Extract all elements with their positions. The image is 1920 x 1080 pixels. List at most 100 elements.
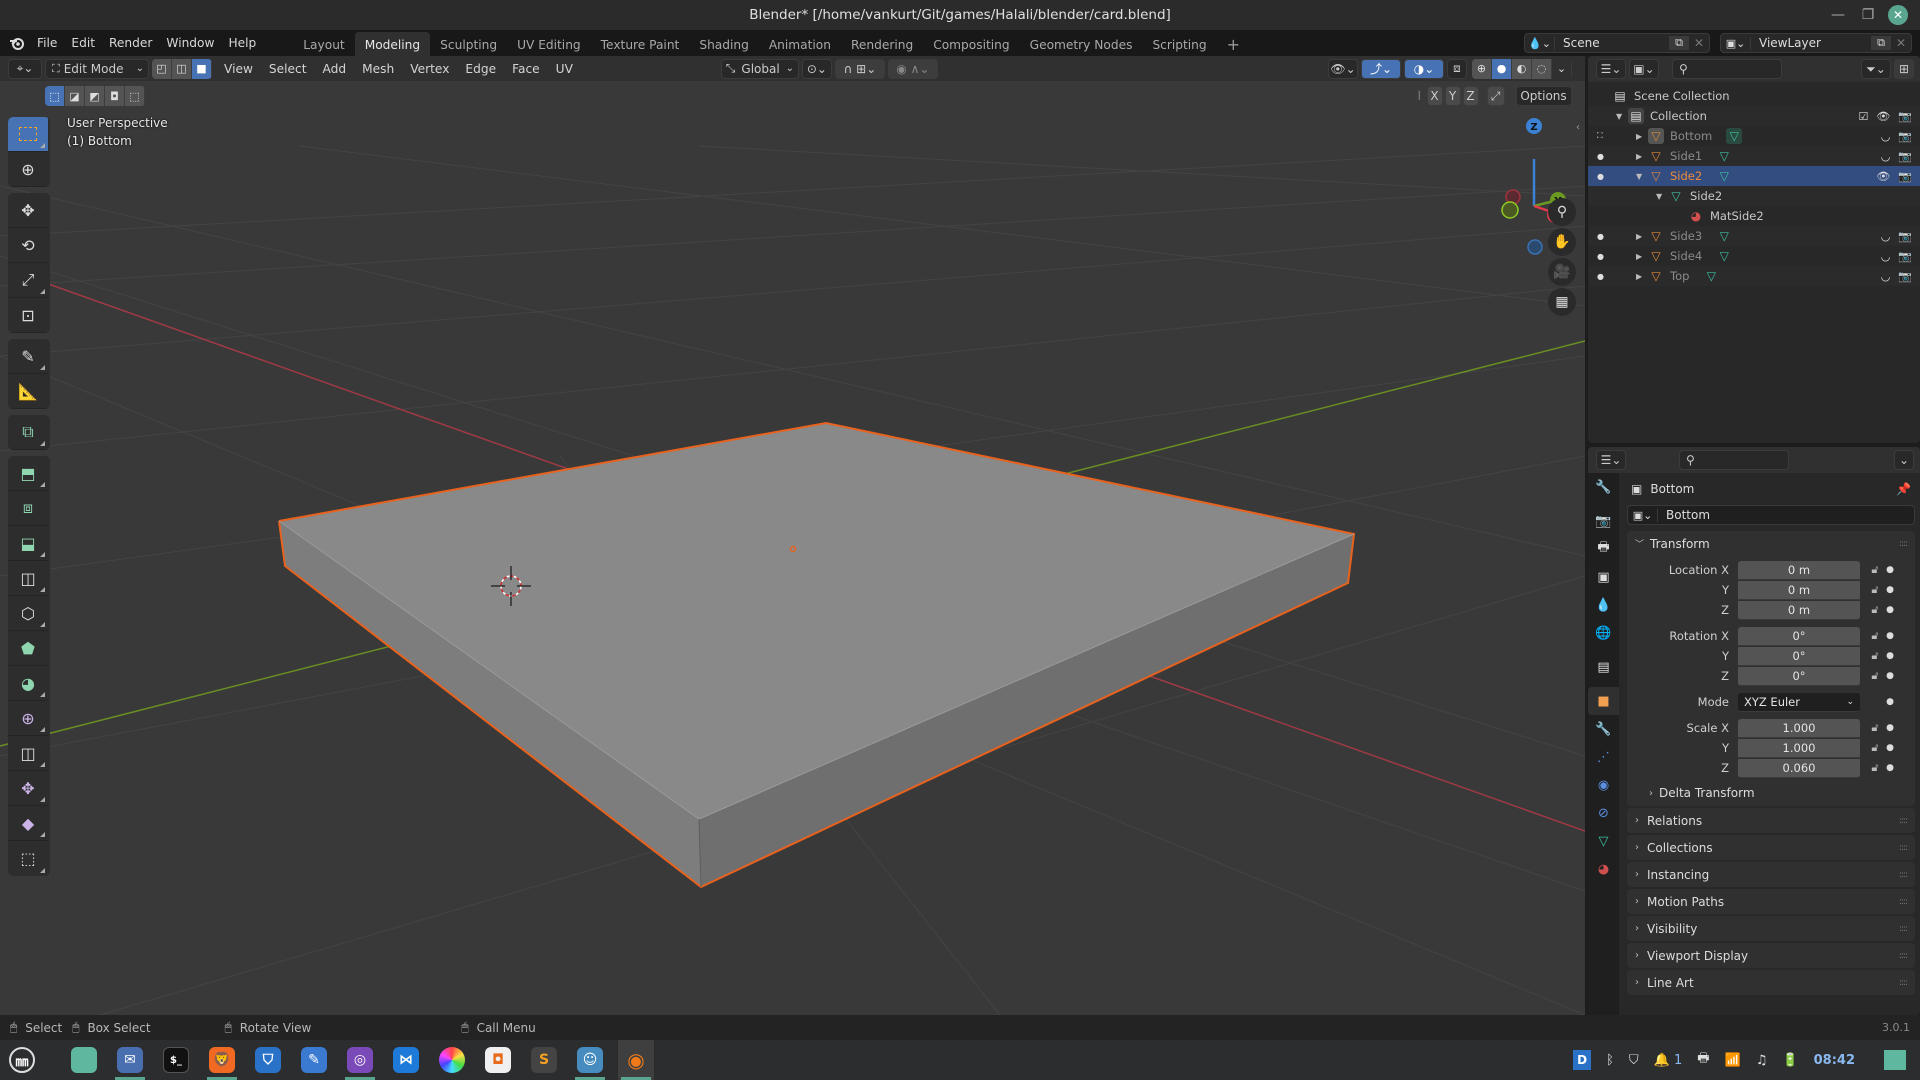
data-tab[interactable]: ▽ <box>1588 827 1619 855</box>
world-tab[interactable]: 🌐 <box>1588 619 1619 647</box>
dot-icon[interactable]: ● <box>1597 232 1604 241</box>
xray-toggle[interactable]: ⧈ <box>1447 58 1467 79</box>
collapse-arrow-icon[interactable]: ▶ <box>1636 132 1648 141</box>
location-y-field[interactable]: 0 m <box>1738 580 1860 600</box>
shield-icon[interactable]: ⛉ <box>1629 1053 1639 1068</box>
expand-arrow-icon[interactable]: ▼ <box>1616 112 1628 121</box>
minimize-button[interactable]: — <box>1828 5 1848 25</box>
annotate-tool[interactable]: ✎ <box>8 339 48 374</box>
tab-rendering[interactable]: Rendering <box>841 32 923 56</box>
copy-scene-icon[interactable]: ⧉ <box>1669 36 1689 50</box>
select-extend-button[interactable]: ◪ <box>65 86 85 106</box>
select-box-tool[interactable] <box>8 117 48 152</box>
constraints-tab[interactable]: ⊘ <box>1588 799 1619 827</box>
lock-icon[interactable]: 🔓︎ <box>1865 669 1885 683</box>
exclude-checkbox[interactable]: ☑ <box>1858 110 1868 123</box>
render-camera-icon[interactable]: 📷 <box>1898 270 1912 283</box>
dot-icon[interactable]: ● <box>1597 172 1604 181</box>
rendered-shading-button[interactable]: ◌ <box>1532 58 1552 79</box>
rotate-tool[interactable]: ⟲ <box>8 228 48 263</box>
menu-face[interactable]: Face <box>504 62 548 76</box>
menu-file[interactable]: File <box>30 30 64 56</box>
ortho-grid-icon[interactable]: ▦ <box>1548 288 1576 316</box>
tab-sculpting[interactable]: Sculpting <box>430 32 507 56</box>
wifi-icon[interactable]: 📶 <box>1725 1053 1741 1068</box>
collection-row[interactable]: ▼ ▤ Collection ☑ 👁 📷 <box>1588 106 1920 126</box>
notification-bell-icon[interactable]: 🔔 1 <box>1654 1053 1683 1068</box>
view-layer-name[interactable]: ViewLayer <box>1751 36 1871 50</box>
taskbar-blender[interactable]: ◉ <box>618 1040 654 1080</box>
mode-dropdown[interactable]: ⛶ Edit Mode ⌄ <box>45 58 149 79</box>
view-layer-tab[interactable]: ▣ <box>1588 563 1619 591</box>
tool-tab[interactable]: 🔧 <box>1588 473 1619 501</box>
render-camera-icon[interactable]: 📷 <box>1898 110 1912 123</box>
physics-tab[interactable]: ◉ <box>1588 771 1619 799</box>
lock-icon[interactable]: 🔓︎ <box>1865 649 1885 663</box>
tab-texture-paint[interactable]: Texture Paint <box>591 32 690 56</box>
collapse-arrow-icon[interactable]: ▶ <box>1636 152 1648 161</box>
object-name-value[interactable]: Bottom <box>1658 508 1710 522</box>
menu-vertex[interactable]: Vertex <box>402 62 457 76</box>
select-subtract-button[interactable]: ◩ <box>85 86 105 106</box>
menu-view[interactable]: View <box>216 62 261 76</box>
start-menu-button[interactable]: ㎜ <box>4 1040 40 1080</box>
edit-mode-icon[interactable]: ⛶ <box>1597 131 1603 141</box>
scale-y-field[interactable]: 1.000 <box>1738 738 1860 758</box>
show-desktop-button[interactable] <box>1884 1050 1906 1070</box>
scene-tab[interactable]: 💧 <box>1588 591 1619 619</box>
bluetooth-icon[interactable]: ᛒ <box>1606 1053 1614 1068</box>
rip-region-tool[interactable]: ⬚ <box>8 841 48 876</box>
drag-handle-icon[interactable]: :::: <box>1899 951 1908 961</box>
hidden-eye-icon[interactable]: ◡ <box>1881 230 1891 243</box>
select-new-button[interactable]: ⬚ <box>45 86 65 106</box>
camera-view-icon[interactable]: 🎥 <box>1548 258 1576 286</box>
transform-orientation-dropdown[interactable]: ⤡ Global ⌄ <box>720 58 799 79</box>
object-name-field[interactable]: ▣⌄ Bottom <box>1627 505 1915 525</box>
scale-x-field[interactable]: 1.000 <box>1738 718 1860 738</box>
zoom-icon[interactable]: ⚲ <box>1548 198 1576 226</box>
render-camera-icon[interactable]: 📷 <box>1898 230 1912 243</box>
menu-select[interactable]: Select <box>261 62 315 76</box>
menu-uv[interactable]: UV <box>548 62 581 76</box>
tab-scripting[interactable]: Scripting <box>1142 32 1216 56</box>
face-select-button[interactable]: ■ <box>192 58 212 79</box>
dot-icon[interactable]: ● <box>1597 272 1604 281</box>
view-layer-selector[interactable]: ▣⌄ ViewLayer ⧉ ✕ <box>1720 33 1912 53</box>
panel-motion-paths[interactable]: › Motion Paths:::: <box>1627 889 1915 914</box>
bevel-tool[interactable]: ⬓ <box>8 526 48 561</box>
mesh-data-icon[interactable]: ▽ <box>1716 168 1732 184</box>
keyframe-dot-icon[interactable]: ● <box>1885 697 1895 707</box>
outliner-row[interactable]: ● ▶ ▽ Top ▽ ◡ 📷 <box>1588 266 1920 286</box>
shading-options-dropdown[interactable]: ⌄ <box>1552 58 1572 79</box>
lock-icon[interactable]: 🔓︎ <box>1865 629 1885 643</box>
mesh-data-icon[interactable]: ▽ <box>1716 248 1732 264</box>
particles-tab[interactable]: ⋰ <box>1588 743 1619 771</box>
taskbar-bitwarden[interactable]: ⛉ <box>250 1040 286 1080</box>
drag-handle-icon[interactable]: :::: <box>1899 539 1908 549</box>
mirror-y-toggle[interactable]: Y <box>1444 86 1461 106</box>
copy-view-layer-icon[interactable]: ⧉ <box>1871 36 1891 50</box>
select-intersect-button[interactable]: ⬚ <box>125 86 145 106</box>
measure-tool[interactable]: 📐 <box>8 374 48 409</box>
outliner-row[interactable]: ⛶ ▶ ▽ Bottom ▽ ◡ 📷 <box>1588 126 1920 146</box>
vertex-select-button[interactable]: ◰ <box>152 58 172 79</box>
panel-collections[interactable]: › Collections:::: <box>1627 835 1915 860</box>
properties-options-dropdown[interactable]: ⌄ <box>1894 450 1914 470</box>
edge-slide-tool[interactable]: ◫ <box>8 736 48 771</box>
drag-handle-icon[interactable]: :::: <box>1899 843 1908 853</box>
options-dropdown[interactable]: Options <box>1515 86 1572 106</box>
selectability-visibility-button[interactable]: 👁⌄ <box>1328 58 1358 79</box>
drag-handle-icon[interactable]: :::: <box>1899 816 1908 826</box>
object-tab[interactable]: ■ <box>1588 687 1619 715</box>
expand-arrow-icon[interactable]: ▼ <box>1656 192 1668 201</box>
mirror-z-toggle[interactable]: Z <box>1462 86 1479 106</box>
collapse-sidebar-icon[interactable]: ‹ <box>1576 122 1580 133</box>
render-tab[interactable]: 📷 <box>1588 507 1619 535</box>
3d-viewport[interactable]: Z Y X ⌖⌄ ⛶ Edit Mode ⌄ ◰ ◫ ■ View Select… <box>0 56 1585 1015</box>
render-camera-icon[interactable]: 📷 <box>1898 150 1912 163</box>
new-collection-button[interactable]: ⊞ <box>1894 59 1914 79</box>
gizmo-toggle[interactable]: ⤴⌄ <box>1361 58 1401 79</box>
move-tool[interactable]: ✥ <box>8 193 48 228</box>
delete-scene-icon[interactable]: ✕ <box>1689 36 1709 50</box>
rotation-z-field[interactable]: 0° <box>1738 666 1860 686</box>
